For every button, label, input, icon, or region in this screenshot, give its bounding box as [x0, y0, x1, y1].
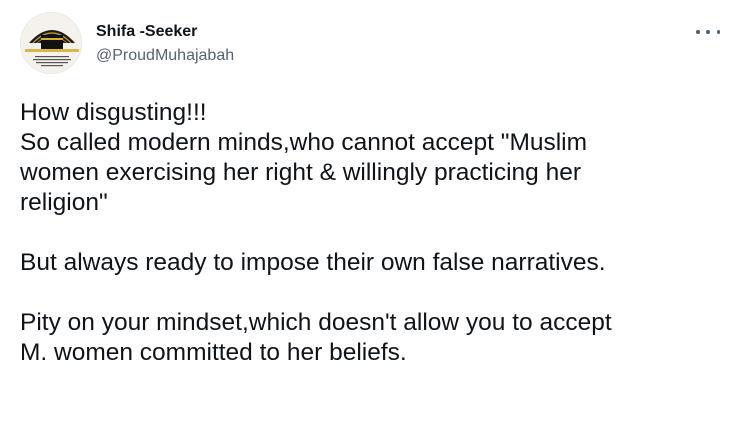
tweet-card: Shifa -Seeker @ProudMuhajabah How disgus… — [0, 0, 746, 423]
tweet-paragraph: But always ready to impose their own fal… — [20, 248, 736, 278]
tweet-line: But always ready to impose their own fal… — [20, 249, 606, 276]
tweet-line: So called modern minds,who cannot accept… — [20, 129, 588, 156]
more-dot — [706, 30, 710, 34]
avatar[interactable] — [20, 12, 82, 74]
avatar-image — [21, 13, 81, 73]
tweet-paragraph: How disgusting!!! So called modern minds… — [20, 98, 736, 218]
tweet-line: M. women committed to her beliefs. — [20, 339, 407, 366]
tweet-text: How disgusting!!! So called modern minds… — [20, 98, 736, 368]
more-dot — [696, 30, 700, 34]
more-dot — [716, 30, 720, 34]
author-display-name[interactable]: Shifa -Seeker — [96, 22, 234, 42]
author-block: Shifa -Seeker @ProudMuhajabah — [96, 22, 234, 66]
more-horizontal-icon[interactable] — [696, 22, 720, 42]
tweet-paragraph: Pity on your mindset,which doesn't allow… — [20, 308, 736, 368]
tweet-line: Pity on your mindset,which doesn't allow… — [20, 309, 612, 336]
tweet-line: women exercising her right & willingly p… — [20, 159, 582, 186]
author-handle[interactable]: @ProudMuhajabah — [96, 46, 234, 66]
tweet-line: religion" — [20, 189, 108, 216]
tweet-line: How disgusting!!! — [20, 99, 207, 126]
